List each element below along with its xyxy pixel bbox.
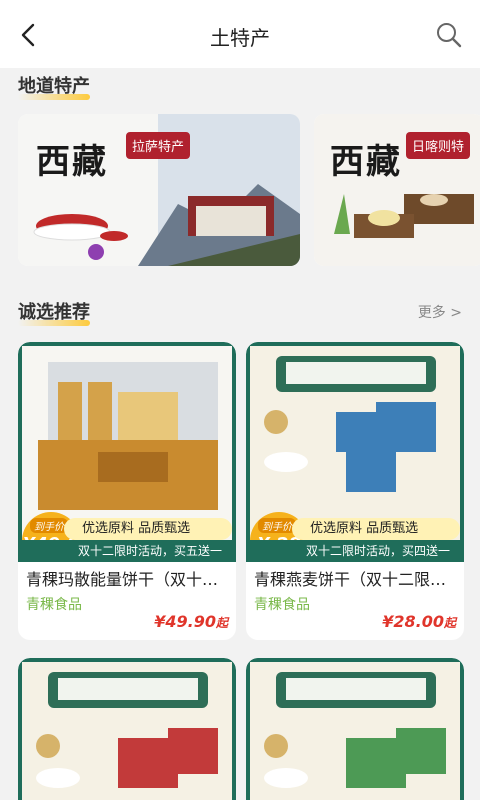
- page-title: 土特产: [210, 26, 270, 50]
- product-category: 青稞食品: [254, 597, 310, 613]
- search-icon[interactable]: [434, 20, 464, 50]
- promo-banner: 双十二限时活动，买五送一: [18, 540, 236, 562]
- banner-headline: 西藏: [330, 142, 402, 182]
- product-image: [18, 658, 236, 800]
- banner-tag: 拉萨特产: [126, 132, 191, 159]
- banner-shigatse[interactable]: 西藏 日喀则特: [314, 114, 480, 266]
- product-card[interactable]: 到手价 ¥49.9 优选原料 品质甄选 双十二限时活动，买五送一 青稞玛散能量饼…: [18, 342, 236, 640]
- product-image: [246, 658, 464, 800]
- product-category: 青稞食品: [26, 597, 82, 613]
- product-card[interactable]: [246, 658, 464, 800]
- more-link[interactable]: 更多 >: [418, 302, 462, 322]
- product-price: ¥28.00起: [382, 612, 456, 631]
- banner-headline: 西藏: [36, 142, 108, 182]
- top-bar: 土特产: [0, 0, 480, 68]
- promo-banner: 双十二限时活动，买四送一: [246, 540, 464, 562]
- product-card[interactable]: [18, 658, 236, 800]
- banner-lhasa[interactable]: 西藏 拉萨特产: [18, 114, 300, 266]
- banner-carousel[interactable]: 西藏 拉萨特产 西藏 日喀则特: [18, 114, 480, 266]
- section-title-local: 地道特产: [18, 72, 90, 100]
- product-price: ¥49.90起: [154, 612, 228, 631]
- product-image: 到手价 ¥49.9 优选原料 品质甄选 双十二限时活动，买五送一: [18, 342, 236, 562]
- promo-slogan: 优选原料 品质甄选: [292, 518, 460, 540]
- product-image: 到手价 ¥ 28 优选原料 品质甄选 双十二限时活动，买四送一: [246, 342, 464, 562]
- product-card[interactable]: 到手价 ¥ 28 优选原料 品质甄选 双十二限时活动，买四送一 青稞燕麦饼干（双…: [246, 342, 464, 640]
- section-title-recommend: 诚选推荐: [18, 298, 90, 326]
- banner-tag: 日喀则特: [406, 132, 471, 159]
- promo-slogan: 优选原料 品质甄选: [64, 518, 232, 540]
